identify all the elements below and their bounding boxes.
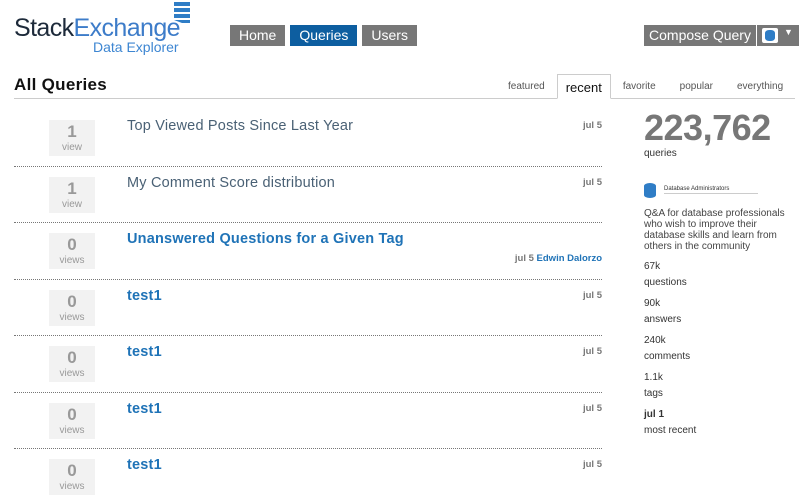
site-stats-sidebar: 223,762 queries Database Administrators … <box>644 108 804 437</box>
site-description: Q&A for database professionals who wish … <box>644 208 785 252</box>
view-count-number: 0 <box>67 291 77 311</box>
query-title[interactable]: My Comment Score distribution <box>127 175 335 191</box>
chevron-down-icon: ▼ <box>784 27 793 37</box>
view-count: 0 views <box>49 402 95 439</box>
query-date: jul 5 <box>514 253 534 264</box>
view-count: 0 views <box>49 233 95 269</box>
view-count-label: views <box>59 424 85 436</box>
view-count-number: 0 <box>67 348 77 367</box>
view-count: 1 view <box>49 120 95 156</box>
nav-queries[interactable]: Queries <box>290 25 358 46</box>
logo-part1: Stack <box>14 14 74 42</box>
view-count: 0 views <box>49 346 95 382</box>
query-title[interactable]: test1 <box>127 401 162 417</box>
total-queries-label: queries <box>644 148 677 159</box>
query-title[interactable]: test1 <box>127 288 162 304</box>
stackexchange-logo[interactable]: StackExchange Data Explorer <box>14 2 194 56</box>
view-count-label: views <box>59 311 85 323</box>
stat-label: answers <box>644 314 682 325</box>
nav-home[interactable]: Home <box>230 25 286 46</box>
query-date: jul 5 <box>582 120 602 131</box>
query-title[interactable]: test1 <box>127 457 162 473</box>
tab-popular[interactable]: popular <box>667 74 725 99</box>
database-icon <box>644 183 656 198</box>
view-count-label: views <box>59 481 85 492</box>
query-title[interactable]: Unanswered Questions for a Given Tag <box>127 231 404 247</box>
view-count-label: view <box>61 198 82 210</box>
query-date: jul 5 <box>582 402 602 414</box>
query-row: 0 views Unanswered Questions for a Given… <box>14 223 602 280</box>
stat-answers: 90k answers <box>644 298 804 326</box>
stat-value: 240k <box>644 335 666 346</box>
tab-recent[interactable]: recent <box>556 74 611 99</box>
query-row: 0 views test1 jul 5 <box>14 449 602 501</box>
logo-subtitle: Data Explorer <box>93 39 179 55</box>
query-date: jul 5 <box>582 289 602 301</box>
view-count: 0 views <box>49 289 95 326</box>
stat-label: most recent <box>644 425 697 436</box>
logo-part2: Exchange <box>73 14 181 42</box>
query-author-link[interactable]: Edwin Dalorzo <box>537 253 602 264</box>
stat-label: questions <box>644 277 687 288</box>
query-title[interactable]: test1 <box>127 344 162 360</box>
query-tabs: featured recent favorite popular everyth… <box>496 74 796 99</box>
total-queries-count: 223,762 <box>644 107 771 148</box>
view-count-label: view <box>61 142 82 153</box>
database-icon <box>762 28 778 43</box>
title-divider <box>14 98 496 99</box>
query-meta: jul 5 Edwin Dalorzo <box>515 253 602 264</box>
tab-featured[interactable]: featured <box>496 74 557 99</box>
query-list: 1 view Top Viewed Posts Since Last Year … <box>14 110 602 501</box>
site-logo[interactable]: Database Administrators <box>644 183 804 201</box>
view-count-number: 0 <box>67 235 77 254</box>
query-row: 0 views test1 jul 5 <box>14 280 602 336</box>
view-count-number: 0 <box>67 404 77 424</box>
stat-tags: 1.1k tags <box>644 372 804 400</box>
stat-value: 67k <box>644 261 661 272</box>
stat-value: jul 1 <box>644 409 665 420</box>
view-count-number: 1 <box>67 122 77 141</box>
query-date: jul 5 <box>582 176 602 188</box>
stat-value: 1.1k <box>644 372 663 383</box>
query-row: 0 views test1 jul 5 <box>14 393 602 449</box>
view-count-number: 0 <box>67 461 77 480</box>
view-count-label: views <box>59 255 85 266</box>
tab-favorite[interactable]: favorite <box>610 74 668 99</box>
stat-label: comments <box>644 351 691 362</box>
view-count-number: 1 <box>67 178 77 198</box>
query-date: jul 5 <box>582 459 602 470</box>
stat-comments: 240k comments <box>644 335 804 363</box>
stat-value: 90k <box>644 298 661 309</box>
query-row: 1 view My Comment Score distribution jul… <box>14 167 602 223</box>
query-row: 1 view Top Viewed Posts Since Last Year … <box>14 110 602 167</box>
view-count-label: views <box>59 368 85 379</box>
tab-everything[interactable]: everything <box>725 74 796 99</box>
site-selector[interactable]: ▼ <box>757 25 799 46</box>
nav-users[interactable]: Users <box>362 25 417 46</box>
query-date: jul 5 <box>582 346 602 357</box>
query-title[interactable]: Top Viewed Posts Since Last Year <box>127 118 353 134</box>
main-nav: Home Queries Users <box>230 25 422 46</box>
stat-label: tags <box>644 388 663 399</box>
view-count: 1 view <box>49 176 95 213</box>
site-name: Database Administrators <box>664 186 758 194</box>
compose-query-button[interactable]: Compose Query <box>644 25 756 46</box>
query-row: 0 views test1 jul 5 <box>14 336 602 393</box>
page-title: All Queries <box>14 75 108 94</box>
logo-wordmark: StackExchange <box>14 14 181 42</box>
view-count: 0 views <box>49 459 95 495</box>
stat-most-recent: jul 1 most recent <box>644 409 804 437</box>
stat-questions: 67k questions <box>644 261 804 289</box>
